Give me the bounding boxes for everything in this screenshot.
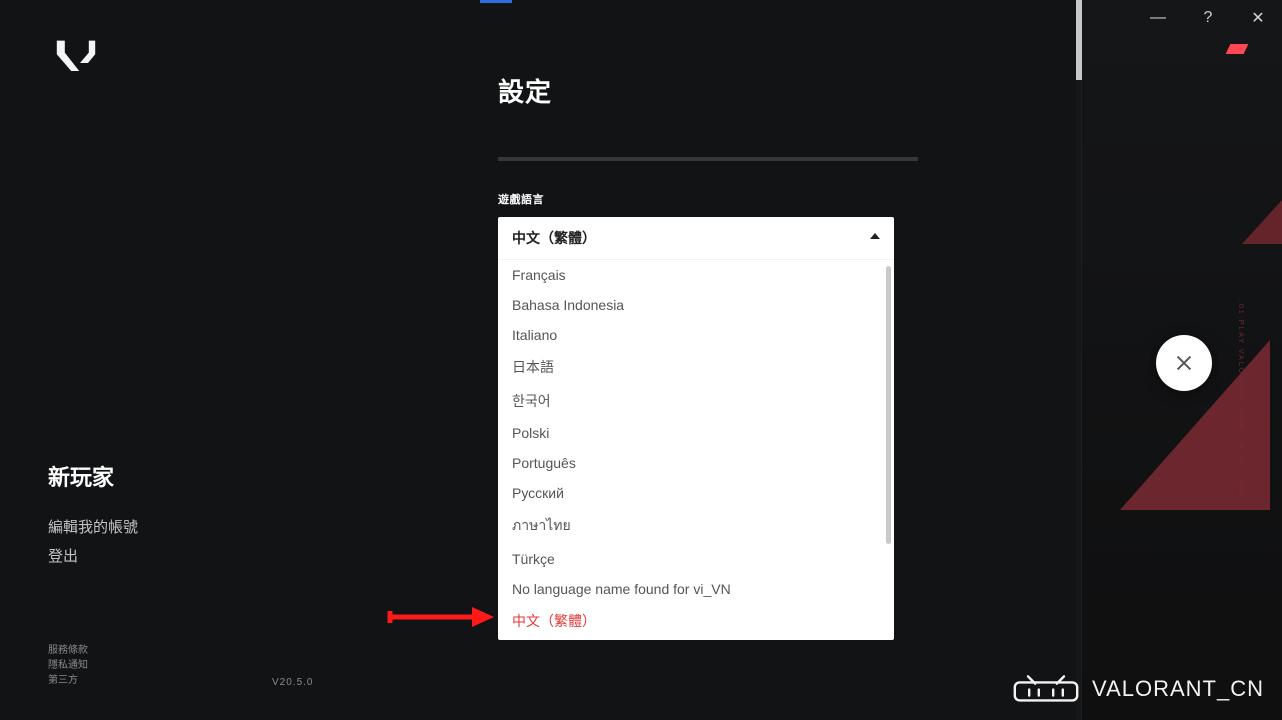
language-option[interactable]: ภาษาไทย — [498, 508, 894, 544]
language-dropdown-head[interactable]: 中文（繁體） — [498, 217, 894, 259]
settings-divider — [498, 157, 918, 161]
language-option[interactable]: Italiano — [498, 320, 894, 350]
language-selected-value: 中文（繁體） — [512, 230, 596, 246]
language-dropdown[interactable]: 中文（繁體） FrançaisBahasa IndonesiaItaliano日… — [498, 217, 894, 640]
language-option[interactable]: Français — [498, 260, 894, 290]
window-controls: — ? ✕ — [1148, 8, 1268, 28]
sign-out-link[interactable]: 登出 — [48, 545, 138, 566]
scrollbar-track — [1076, 0, 1082, 720]
language-option[interactable]: 日本語 — [498, 350, 894, 384]
settings-title: 設定 — [498, 72, 894, 109]
new-player-heading: 新玩家 — [48, 460, 138, 492]
language-option[interactable]: No language name found for vi_VN — [498, 574, 894, 604]
settings-close-button[interactable] — [1156, 335, 1212, 391]
close-icon — [1173, 352, 1195, 374]
dropdown-scrollbar[interactable] — [886, 266, 891, 544]
edit-account-link[interactable]: 編輯我的帳號 — [48, 516, 138, 537]
tos-link[interactable]: 服務條款 — [48, 643, 88, 658]
main-panel: 新玩家 編輯我的帳號 登出 服務條款 隱私通知 第三方 V20.5.0 設定 遊… — [0, 0, 1082, 720]
language-option[interactable]: Türkçe — [498, 544, 894, 574]
privacy-link[interactable]: 隱私通知 — [48, 658, 88, 673]
accent-bar — [1226, 44, 1249, 54]
close-button[interactable]: ✕ — [1248, 8, 1268, 28]
scrollbar-thumb[interactable] — [1076, 0, 1082, 80]
game-language-label: 遊戲語言 — [498, 191, 894, 207]
annotation-arrow-icon — [386, 604, 496, 635]
settings-column: 設定 遊戲語言 中文（繁體） FrançaisBahasa IndonesiaI… — [498, 72, 894, 640]
version-label: V20.5.0 — [272, 677, 313, 688]
language-option[interactable]: Português — [498, 448, 894, 478]
language-option[interactable]: 中文（繁體） — [498, 604, 894, 638]
third-party-link[interactable]: 第三方 — [48, 673, 88, 688]
bilibili-watermark: VALORANT_CN — [1010, 674, 1264, 704]
chevron-up-icon — [870, 233, 880, 239]
decor-side-text: .01 PLAY VALORANT WWW . RSO . ORG — [1237, 300, 1244, 499]
left-account-panel: 新玩家 編輯我的帳號 登出 — [48, 460, 138, 574]
valorant-logo-icon — [56, 38, 96, 72]
bilibili-logo-icon — [1010, 674, 1082, 704]
top-accent — [480, 0, 512, 3]
footer-links: 服務條款 隱私通知 第三方 — [48, 643, 88, 688]
help-button[interactable]: ? — [1198, 9, 1218, 27]
language-option[interactable]: Русский — [498, 478, 894, 508]
language-option[interactable]: Bahasa Indonesia — [498, 290, 894, 320]
watermark-text: VALORANT_CN — [1092, 676, 1264, 702]
minimize-button[interactable]: — — [1148, 9, 1168, 27]
decor-triangle-small — [1242, 200, 1282, 244]
language-dropdown-list: FrançaisBahasa IndonesiaItaliano日本語한국어Po… — [498, 259, 894, 640]
language-option[interactable]: Polski — [498, 418, 894, 448]
language-option[interactable]: 한국어 — [498, 384, 894, 418]
